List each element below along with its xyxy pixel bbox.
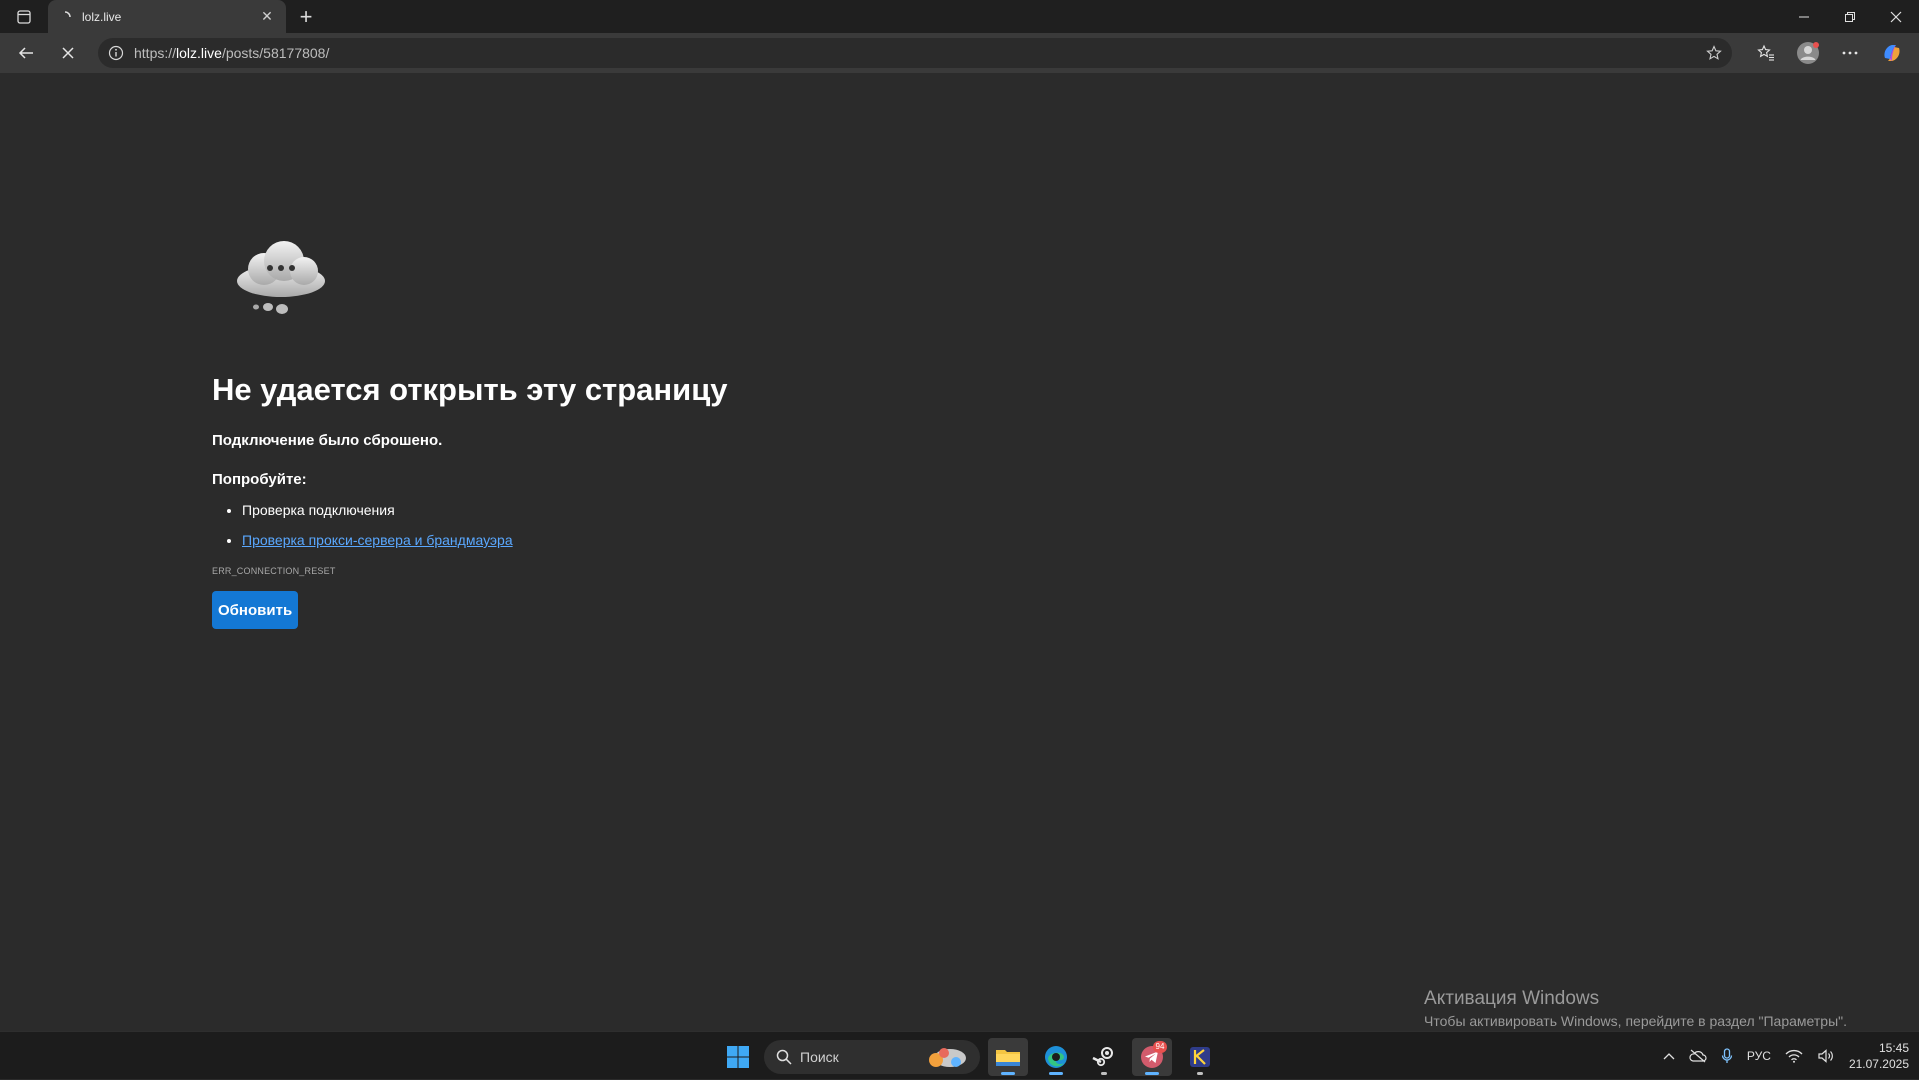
loading-icon bbox=[64, 10, 71, 17]
clock-date: 21.07.2025 bbox=[1848, 1057, 1909, 1071]
copilot-button[interactable] bbox=[1874, 37, 1910, 69]
back-button[interactable] bbox=[8, 37, 44, 69]
restore-button[interactable] bbox=[1827, 0, 1873, 33]
proxy-firewall-link[interactable]: Проверка прокси-сервера и брандмауэра bbox=[242, 532, 513, 548]
url-prefix: https:// bbox=[134, 45, 177, 61]
taskbar-center: Поиск 94 bbox=[720, 1038, 1220, 1076]
more-dots-icon bbox=[1842, 51, 1858, 55]
more-menu-button[interactable] bbox=[1832, 37, 1868, 69]
new-tab-button[interactable]: + bbox=[286, 0, 326, 33]
wifi-icon[interactable] bbox=[1785, 1049, 1803, 1063]
tab-close-button[interactable]: ✕ bbox=[258, 8, 276, 25]
active-indicator bbox=[1049, 1072, 1063, 1075]
address-bar[interactable]: https://lolz.live/posts/58177808/ bbox=[98, 38, 1732, 68]
arrow-left-icon bbox=[18, 47, 33, 59]
clock[interactable]: 15:45 21.07.2025 bbox=[1849, 1040, 1909, 1072]
taskbar: Поиск 94 РУС 15:45 21.07.2025 bbox=[0, 1031, 1919, 1079]
favorites-button[interactable] bbox=[1748, 37, 1784, 69]
cloud-offline-icon[interactable] bbox=[1689, 1049, 1707, 1063]
avatar-icon bbox=[1797, 42, 1819, 64]
stop-icon bbox=[62, 47, 74, 59]
telegram-unread-badge: 94 bbox=[1153, 1041, 1167, 1053]
search-highlight-icon bbox=[929, 1048, 966, 1067]
folder-icon bbox=[996, 1050, 1020, 1066]
app-k-icon bbox=[1190, 1047, 1210, 1067]
error-title: Не удается открыть эту страницу bbox=[212, 372, 728, 407]
tab-bar: lolz.live ✕ + bbox=[0, 0, 1919, 33]
minimize-button[interactable] bbox=[1781, 0, 1827, 33]
tab-title: lolz.live bbox=[82, 9, 122, 24]
edge-browser-icon bbox=[1045, 1046, 1067, 1068]
stop-loading-button[interactable] bbox=[50, 37, 86, 69]
browser-toolbar: https://lolz.live/posts/58177808/ bbox=[0, 33, 1919, 73]
suggestion-check-proxy: Проверка прокси-сервера и брандмауэра bbox=[242, 532, 912, 548]
try-label: Попробуйте: bbox=[212, 471, 307, 488]
close-window-button[interactable] bbox=[1873, 0, 1919, 33]
profile-button[interactable] bbox=[1790, 37, 1826, 69]
error-subtitle: Подключение было сброшено. bbox=[212, 432, 443, 449]
chevron-up-icon[interactable] bbox=[1663, 1052, 1675, 1060]
restore-icon bbox=[1845, 11, 1855, 22]
running-indicator bbox=[1197, 1072, 1203, 1075]
taskbar-search[interactable]: Поиск bbox=[764, 1040, 980, 1074]
taskbar-app-k[interactable] bbox=[1180, 1038, 1220, 1076]
url-domain: lolz.live bbox=[176, 45, 222, 61]
error-code: ERR_CONNECTION_RESET bbox=[212, 566, 336, 576]
active-indicator bbox=[1145, 1072, 1159, 1075]
active-indicator bbox=[1001, 1072, 1015, 1075]
suggestion-check-connection: Проверка подключения bbox=[242, 502, 912, 518]
url-path: /posts/58177808/ bbox=[221, 45, 330, 61]
system-tray: РУС 15:45 21.07.2025 bbox=[1663, 1032, 1909, 1080]
page-viewport: Не удается открыть эту страницу Подключе… bbox=[4, 73, 1915, 1031]
tab-active[interactable]: lolz.live ✕ bbox=[48, 0, 286, 33]
info-icon[interactable] bbox=[108, 45, 124, 61]
error-content: Не удается открыть эту страницу Подключе… bbox=[212, 233, 912, 629]
url-text[interactable]: https://lolz.live/posts/58177808/ bbox=[134, 45, 1696, 61]
search-icon bbox=[776, 1049, 792, 1065]
favorite-star-icon[interactable] bbox=[1706, 45, 1722, 61]
reload-button[interactable]: Обновить bbox=[212, 591, 298, 629]
minimize-icon bbox=[1799, 16, 1809, 17]
start-button[interactable] bbox=[720, 1039, 756, 1075]
close-icon bbox=[1890, 11, 1902, 22]
clock-time: 15:45 bbox=[1878, 1041, 1909, 1055]
taskbar-file-explorer[interactable] bbox=[988, 1038, 1028, 1076]
steam-icon bbox=[1092, 1047, 1113, 1067]
tab-actions-button[interactable] bbox=[0, 0, 48, 33]
volume-icon[interactable] bbox=[1817, 1049, 1835, 1063]
cloud-thinking-icon bbox=[237, 241, 325, 314]
microphone-icon[interactable] bbox=[1721, 1048, 1733, 1064]
running-indicator bbox=[1101, 1072, 1107, 1075]
suggestion-list: Проверка подключения Проверка прокси-сер… bbox=[212, 502, 912, 548]
windows-activation-watermark: Активация Windows Чтобы активировать Win… bbox=[1424, 988, 1847, 1029]
taskbar-edge[interactable] bbox=[1036, 1038, 1076, 1076]
search-placeholder: Поиск bbox=[800, 1049, 839, 1065]
toolbar-right bbox=[1748, 37, 1910, 69]
taskbar-telegram[interactable]: 94 bbox=[1132, 1038, 1172, 1076]
windows-logo-icon bbox=[727, 1046, 749, 1068]
favorites-icon bbox=[1757, 44, 1774, 61]
language-indicator[interactable]: РУС bbox=[1747, 1049, 1771, 1063]
window-controls bbox=[1781, 0, 1919, 33]
copilot-icon bbox=[1884, 45, 1900, 61]
watermark-title: Активация Windows bbox=[1424, 988, 1600, 1009]
taskbar-steam[interactable] bbox=[1084, 1038, 1124, 1076]
tab-actions-icon bbox=[17, 9, 31, 24]
watermark-text: Чтобы активировать Windows, перейдите в … bbox=[1424, 1013, 1847, 1029]
